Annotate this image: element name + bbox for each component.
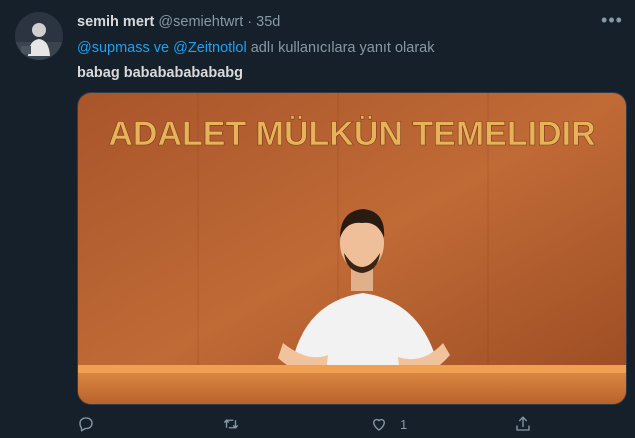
like-count: 1	[400, 416, 408, 432]
mention-zeitnotlol[interactable]: @Zeitnotlol	[173, 40, 247, 56]
retweet-button[interactable]	[222, 413, 240, 435]
retweet-icon	[223, 419, 239, 429]
separator-dot: ·	[247, 14, 253, 30]
reply-button[interactable]	[77, 413, 95, 435]
author-name[interactable]: semih mert	[77, 14, 154, 30]
tweet-actions: 1	[77, 413, 625, 435]
heart-icon	[373, 418, 385, 431]
more-options-button[interactable]: •••	[601, 9, 623, 30]
mention-supmass[interactable]: @supmass	[77, 40, 150, 56]
share-icon	[516, 416, 530, 431]
timestamp[interactable]: 35d	[256, 14, 280, 30]
reply-suffix: adlı kullanıcılara yanıt olarak	[246, 40, 435, 56]
tweet-header: semih mert @semiehtwrt · 35d	[77, 14, 280, 30]
more-icon: •••	[601, 9, 623, 30]
reply-icon	[79, 417, 93, 432]
avatar[interactable]	[15, 12, 63, 60]
share-button[interactable]	[514, 413, 532, 435]
reply-context: @supmass ve @Zeitnotlol adlı kullanıcıla…	[77, 40, 434, 56]
mention-separator: ve	[149, 40, 174, 56]
courtroom-photo: ADALET MÜLKÜN TEMELIDIR	[78, 93, 626, 404]
wall-inscription: ADALET MÜLKÜN TEMELIDIR	[108, 115, 595, 153]
avatar-image	[15, 12, 63, 60]
tweet-media[interactable]: ADALET MÜLKÜN TEMELIDIR	[77, 92, 627, 405]
author-handle[interactable]: @semiehtwrt	[158, 14, 243, 30]
tweet[interactable]: semih mert @semiehtwrt · 35d ••• @supmas…	[0, 0, 635, 438]
like-button[interactable]: 1	[370, 413, 407, 435]
tweet-text: babag bababababababg	[77, 65, 243, 81]
